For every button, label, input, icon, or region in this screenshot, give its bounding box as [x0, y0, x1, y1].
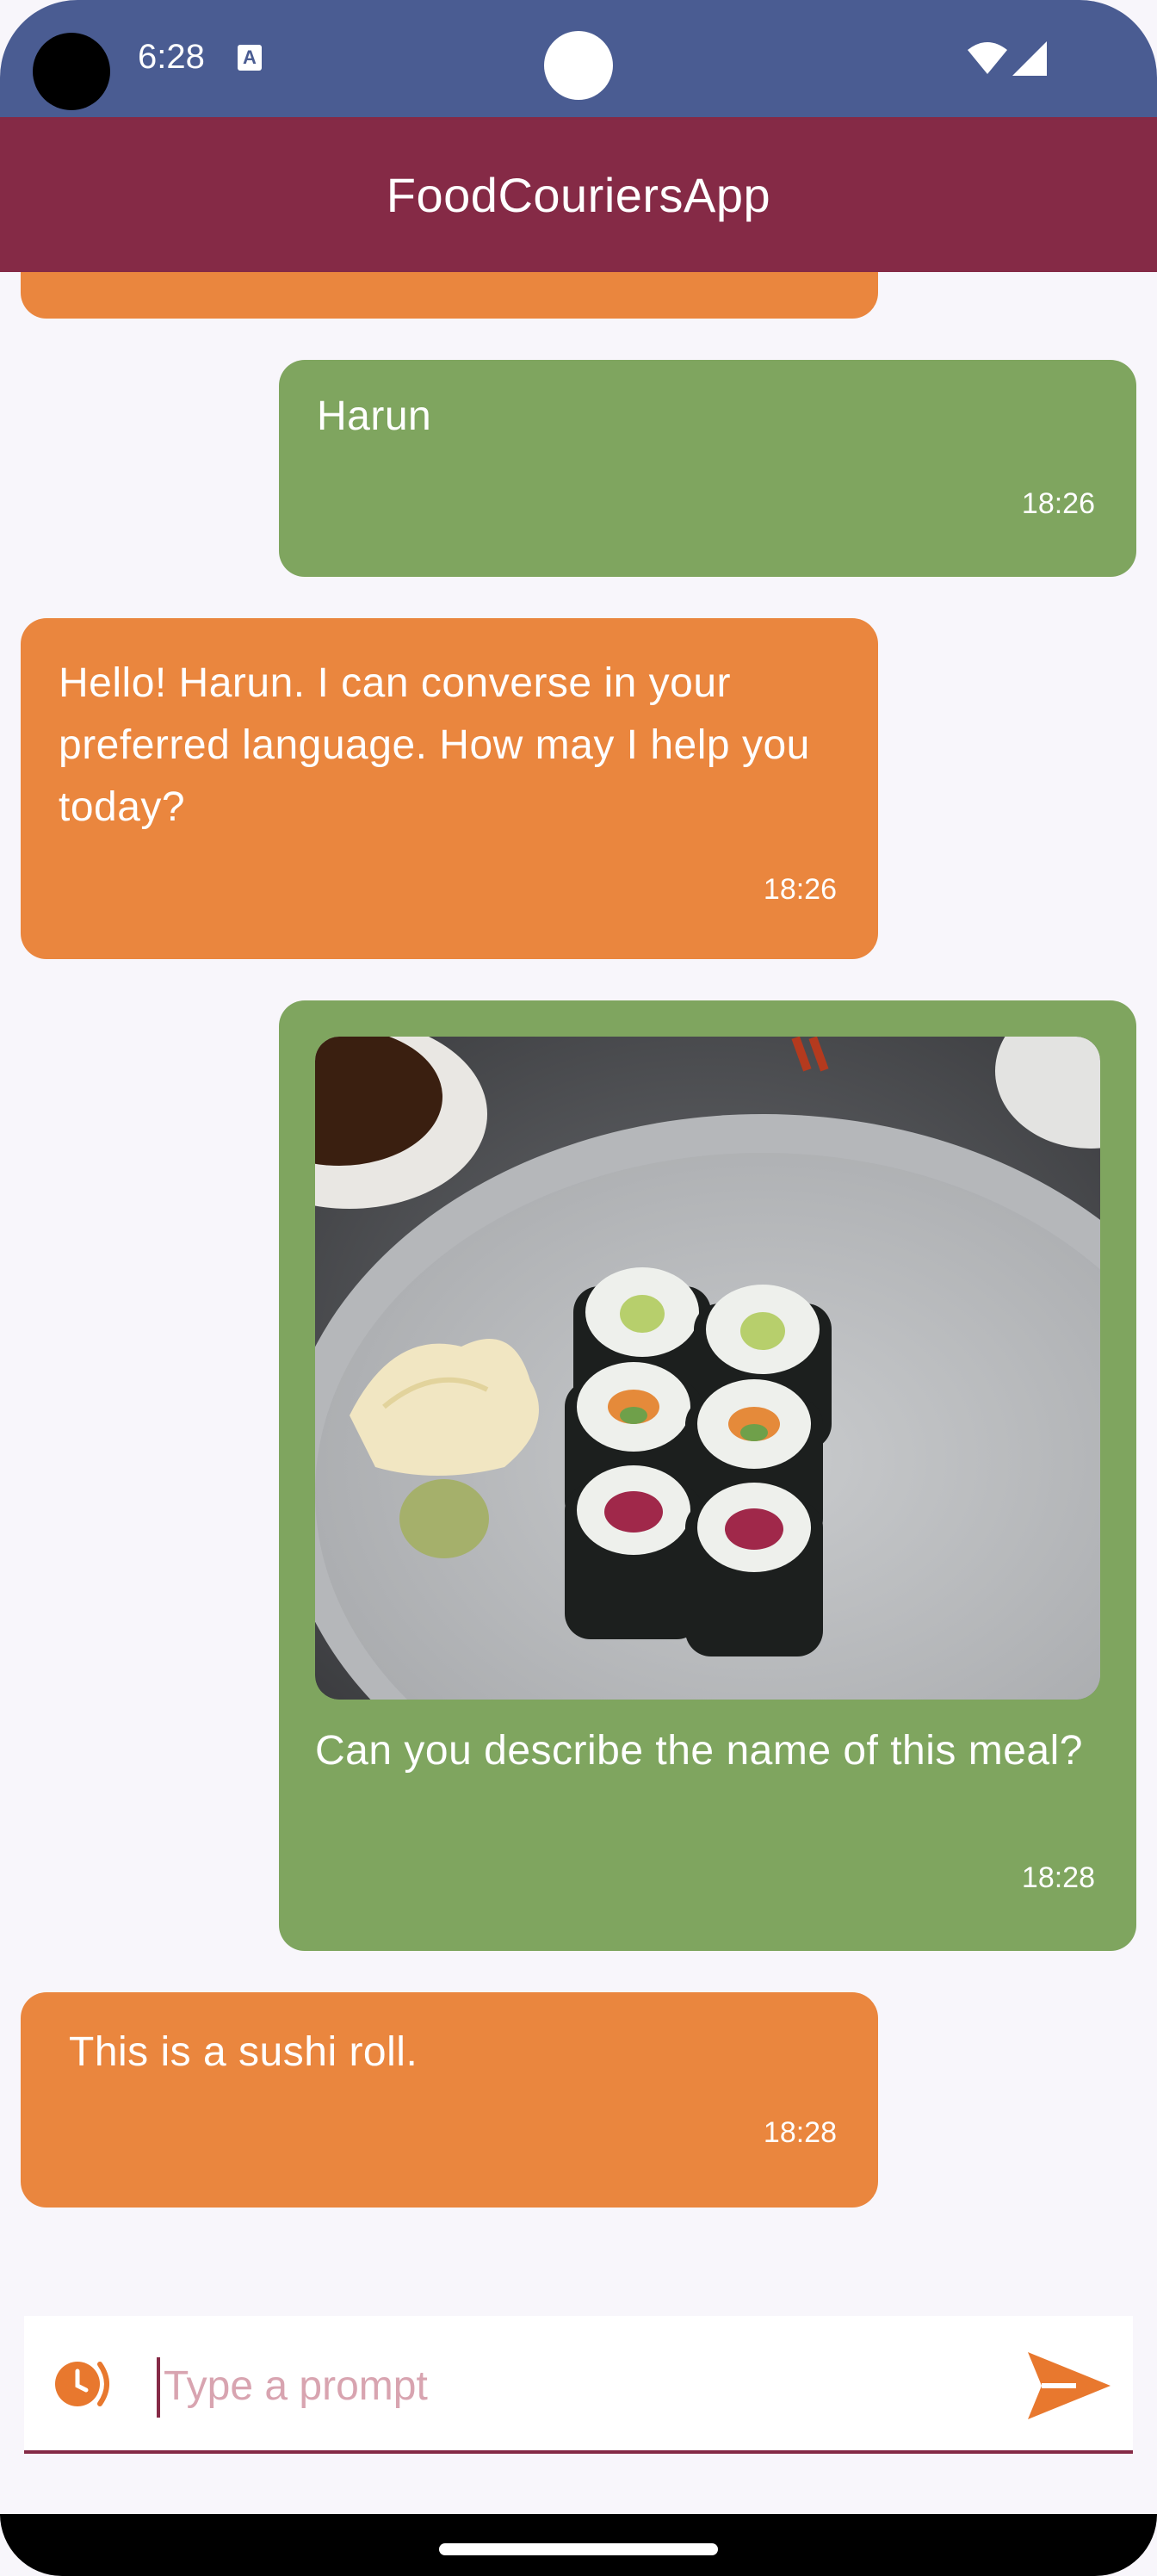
message-time: 18:28 — [763, 2116, 837, 2149]
prompt-input[interactable] — [160, 2347, 1007, 2424]
message-text: This is a sushi roll. — [69, 2029, 418, 2075]
send-icon[interactable] — [1024, 2347, 1114, 2424]
status-time: 6:28 — [138, 38, 205, 76]
chat-list[interactable]: Harun 18:26 Hello! Harun. I can converse… — [0, 272, 1157, 2278]
wifi-icon — [968, 42, 1007, 74]
status-bar: 6:28 A — [0, 0, 1157, 117]
signal-icon — [1012, 41, 1047, 76]
chat-bubble-bot-partial — [21, 272, 878, 319]
message-time: 18:26 — [763, 873, 837, 906]
chat-bubble-bot: Hello! Harun. I can converse in your pre… — [21, 618, 878, 959]
prompt-bar — [24, 2316, 1133, 2454]
sushi-photo[interactable] — [315, 1037, 1100, 1700]
clock-icon[interactable] — [52, 2354, 121, 2414]
camera-cutout — [33, 33, 110, 110]
status-dot-icon — [544, 31, 613, 100]
message-time: 18:26 — [1021, 487, 1095, 520]
app-bar: FoodCouriersApp — [0, 117, 1157, 272]
chat-bubble-user: Harun 18:26 — [279, 360, 1136, 577]
chat-bubble-bot: This is a sushi roll. 18:28 — [21, 1992, 878, 2208]
message-time: 18:28 — [1021, 1861, 1095, 1894]
app-title: FoodCouriersApp — [386, 167, 771, 222]
message-text: Can you describe the name of this meal? — [315, 1728, 1083, 1774]
home-gesture-handle[interactable] — [439, 2543, 718, 2555]
message-text: Harun — [317, 393, 432, 439]
message-text: Hello! Harun. I can converse in your pre… — [59, 660, 810, 830]
navigation-bar — [0, 2514, 1157, 2576]
chat-bubble-user-image: Can you describe the name of this meal? … — [279, 1000, 1136, 1951]
a-icon: A — [238, 45, 262, 71]
